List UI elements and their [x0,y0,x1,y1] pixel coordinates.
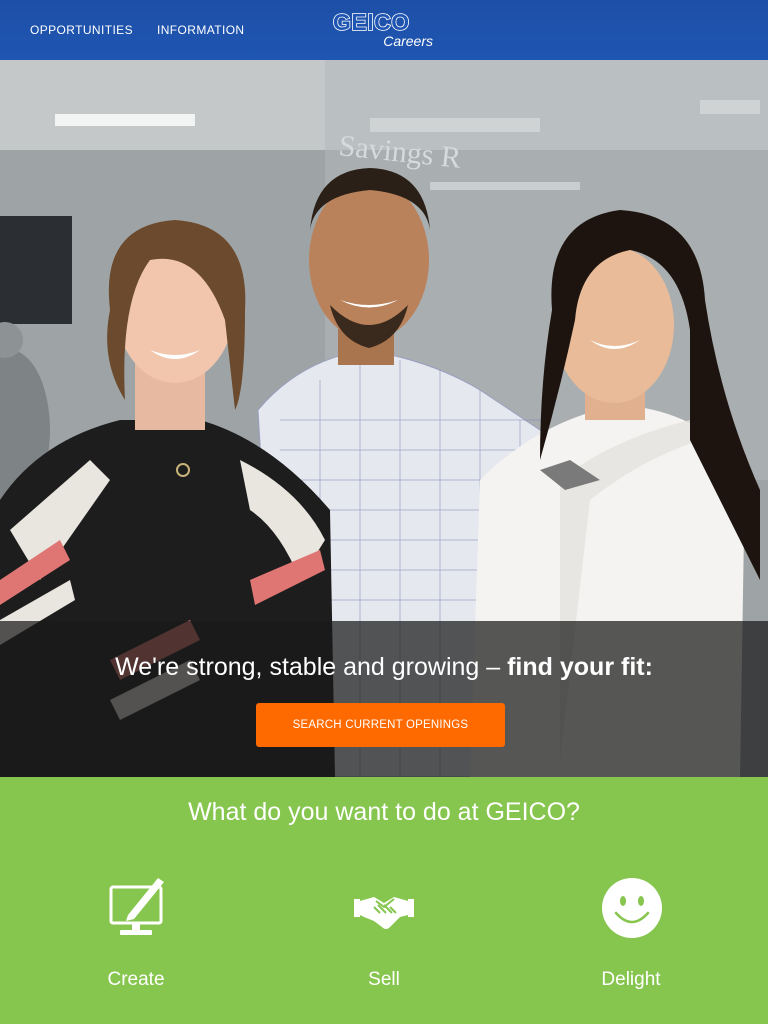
sell-path-tile[interactable]: Sell [304,877,464,1007]
delight-label: Delight [601,969,661,990]
nav-information-link[interactable]: INFORMATION [157,23,245,37]
sell-label: Sell [368,969,400,990]
search-openings-button[interactable]: SEARCH CURRENT OPENINGS [256,703,505,747]
logo-careers-text: Careers [383,33,433,49]
geico-careers-logo[interactable]: GEICO Careers [332,9,437,52]
create-path-tile[interactable]: Create [56,877,216,1007]
logo-wordmark: GEICO [332,9,410,35]
hero-tagline: We're strong, stable and growing – find … [0,652,768,682]
delight-path-tile[interactable]: Delight [551,877,711,1007]
hero-banner: Savings R We're strong, stable and growi… [0,60,768,777]
handshake-icon [354,897,414,929]
smiley-icon [602,878,662,938]
top-navigation-bar: OPPORTUNITIES INFORMATION GEICO Careers [0,0,768,60]
career-paths-section: What do you want to do at GEICO? Create … [0,777,768,1024]
career-paths-heading: What do you want to do at GEICO? [188,798,580,826]
monitor-pen-icon [109,878,164,935]
tagline-lead: We're strong, stable and growing – [115,653,508,681]
hero-caption-overlay [0,621,768,777]
nav-opportunities-link[interactable]: OPPORTUNITIES [30,23,133,37]
create-label: Create [107,969,165,990]
tagline-emphasis: find your fit: [507,653,653,681]
